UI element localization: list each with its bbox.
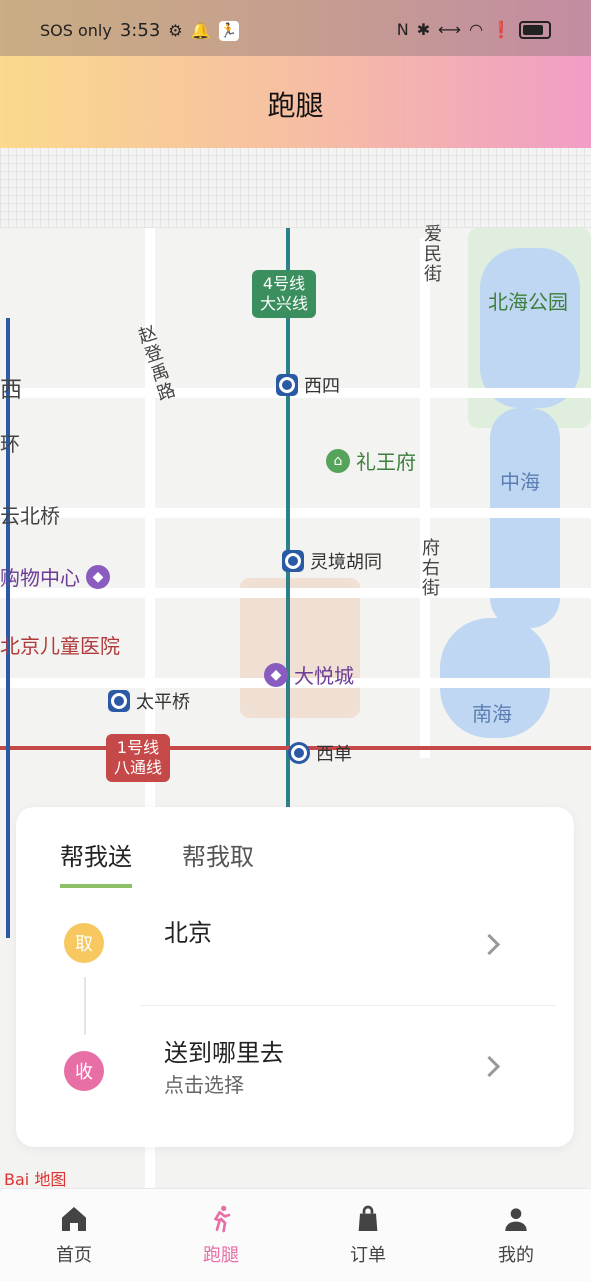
building-icon: ⌂ (326, 448, 350, 473)
user-icon (505, 1208, 527, 1231)
station-label: 灵境胡同 (310, 552, 382, 573)
station-lingjing-hutong[interactable]: 灵境胡同 (282, 548, 382, 574)
label-guanbeiqiao: 云北桥 (0, 504, 60, 528)
road-horizontal (0, 508, 591, 518)
poi-liwangfu[interactable]: ⌂ 礼王府 (326, 446, 416, 475)
wifi-icon: ◠ (469, 20, 484, 39)
nav-label: 跑腿 (203, 1245, 239, 1266)
label-beihai-park: 北海公园 (488, 290, 568, 314)
station-label: 太平桥 (136, 692, 190, 713)
route-connector (84, 977, 86, 1035)
poi-label: 大悦城 (294, 664, 354, 688)
nav-home[interactable]: 首页 (24, 1203, 124, 1267)
station-xidan[interactable]: 西单 (288, 740, 352, 766)
vibrate-icon: ⟷ (438, 20, 462, 39)
alert-icon: ❗ (491, 20, 511, 39)
poi-label: 礼王府 (356, 450, 416, 474)
nav-label: 我的 (498, 1245, 534, 1266)
app-notification-icon: 🏃 (218, 20, 239, 41)
tab-pick-for-me[interactable]: 帮我取 (182, 837, 254, 888)
battery-icon (519, 20, 551, 39)
bell-icon: 🔔 (190, 21, 211, 40)
label-left-huan: 环 (0, 432, 20, 456)
receive-circle: 收 (64, 1051, 104, 1091)
poi-joy-city[interactable]: ◆ 大悦城 (264, 660, 354, 689)
metro-badge-line1: 1号线 八通线 (106, 734, 171, 782)
metro-station-icon (288, 742, 310, 764)
nav-orders[interactable]: 订单 (318, 1203, 418, 1267)
runner-icon (213, 1205, 231, 1233)
bag-icon (358, 1205, 378, 1231)
chevron-right-icon[interactable] (478, 933, 501, 956)
metro-station-icon (276, 374, 298, 396)
label-children-hospital: 北京儿童医院 (0, 634, 120, 658)
metro-badge-line4: 4号线 大兴线 (252, 270, 317, 318)
nav-errand[interactable]: 跑腿 (171, 1203, 271, 1267)
home-icon (62, 1207, 86, 1231)
label-nanhai: 南海 (472, 702, 512, 726)
bluetooth-icon: ✱ (416, 20, 431, 39)
gear-icon: ⚙ (168, 21, 183, 40)
label-fuyoujie: 府右街 (419, 538, 440, 598)
map-grid (0, 148, 591, 228)
lake-beihai (480, 248, 580, 408)
delivery-tabs: 帮我送 帮我取 (60, 837, 254, 888)
shopping-bag-icon: ◆ (86, 564, 110, 589)
status-bar: SOS only 3:53 ⚙ 🔔 🏃 N ✱ ⟷ ◠ ❗ (0, 0, 591, 56)
metro-station-icon (282, 550, 304, 572)
carrier-text: SOS only (40, 21, 112, 40)
row-divider (140, 1005, 556, 1006)
metro-line-left (6, 318, 10, 938)
chevron-right-icon[interactable] (478, 1055, 501, 1078)
station-xisi[interactable]: 西四 (276, 372, 340, 398)
shopping-bag-icon: ◆ (264, 662, 288, 687)
poi-shopping-center[interactable]: 购物中心 ◆ (0, 562, 110, 591)
time-text: 3:53 (119, 20, 161, 41)
tab-send-for-me[interactable]: 帮我送 (60, 837, 132, 888)
map-logo: Bai 地图 (4, 1170, 67, 1188)
label-zhonghai: 中海 (500, 470, 540, 494)
status-right: N ✱ ⟷ ◠ ❗ (397, 20, 551, 39)
metro-station-icon (108, 690, 130, 712)
bottom-nav: 首页 跑腿 订单 我的 (0, 1188, 591, 1281)
page-title: 跑腿 (267, 89, 324, 122)
nfc-icon: N (396, 20, 409, 39)
joy-city-area (240, 578, 360, 718)
nav-label: 首页 (56, 1245, 92, 1266)
nav-mine[interactable]: 我的 (466, 1203, 566, 1267)
status-left: SOS only 3:53 ⚙ 🔔 🏃 (40, 20, 239, 41)
station-label: 西四 (304, 376, 340, 397)
label-aiminjie: 爱民街 (421, 224, 442, 284)
pickup-circle: 取 (64, 923, 104, 963)
dropoff-subtitle[interactable]: 点击选择 (164, 1069, 244, 1098)
label-left-xi: 西 (0, 378, 23, 403)
dropoff-title[interactable]: 送到哪里去 (164, 1033, 284, 1068)
station-label: 西单 (316, 744, 352, 765)
delivery-card: 帮我送 帮我取 取 收 北京 送到哪里去 点击选择 (16, 807, 574, 1147)
nav-label: 订单 (350, 1245, 386, 1266)
station-taipingqiao[interactable]: 太平桥 (108, 688, 190, 714)
header: SOS only 3:53 ⚙ 🔔 🏃 N ✱ ⟷ ◠ ❗ 跑腿 (0, 0, 591, 148)
poi-label: 购物中心 (0, 566, 80, 590)
pickup-address[interactable]: 北京 (164, 913, 212, 948)
